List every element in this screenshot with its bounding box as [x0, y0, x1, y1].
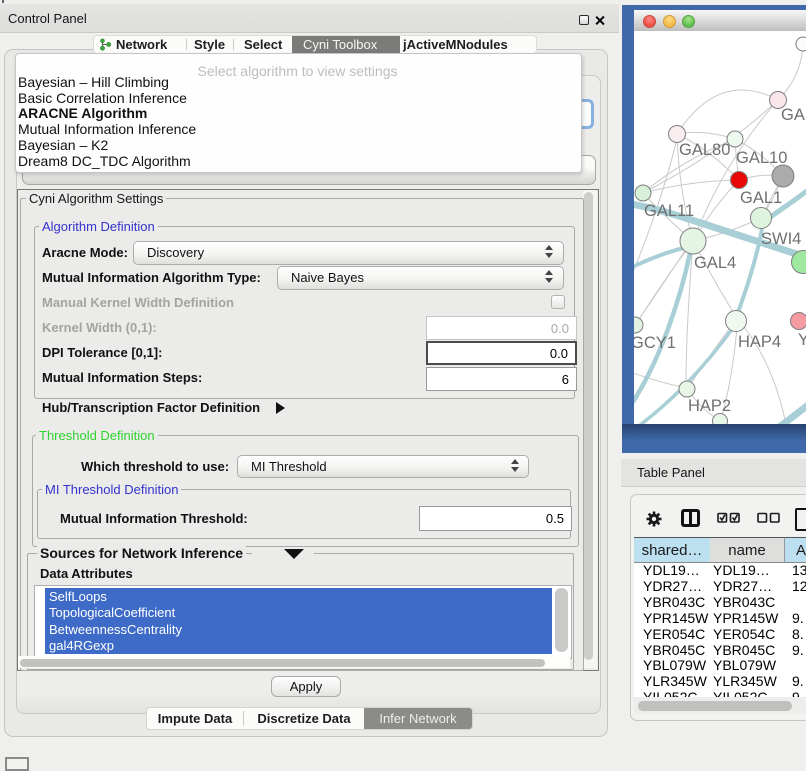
svg-text:GAL4: GAL4: [694, 254, 736, 272]
svg-text:GAL1: GAL1: [740, 189, 782, 207]
svg-text:GAL2: GAL2: [781, 106, 806, 124]
svg-text:YEL: YEL: [798, 331, 806, 349]
svg-text:HAP2: HAP2: [688, 397, 731, 415]
svg-text:GAL10: GAL10: [736, 149, 787, 167]
svg-text:GAL11: GAL11: [644, 202, 694, 220]
svg-text:GAL80: GAL80: [679, 141, 730, 159]
svg-text:GCY1: GCY1: [634, 334, 676, 352]
svg-text:HAP4: HAP4: [738, 333, 781, 351]
svg-text:SWI4: SWI4: [761, 230, 801, 248]
